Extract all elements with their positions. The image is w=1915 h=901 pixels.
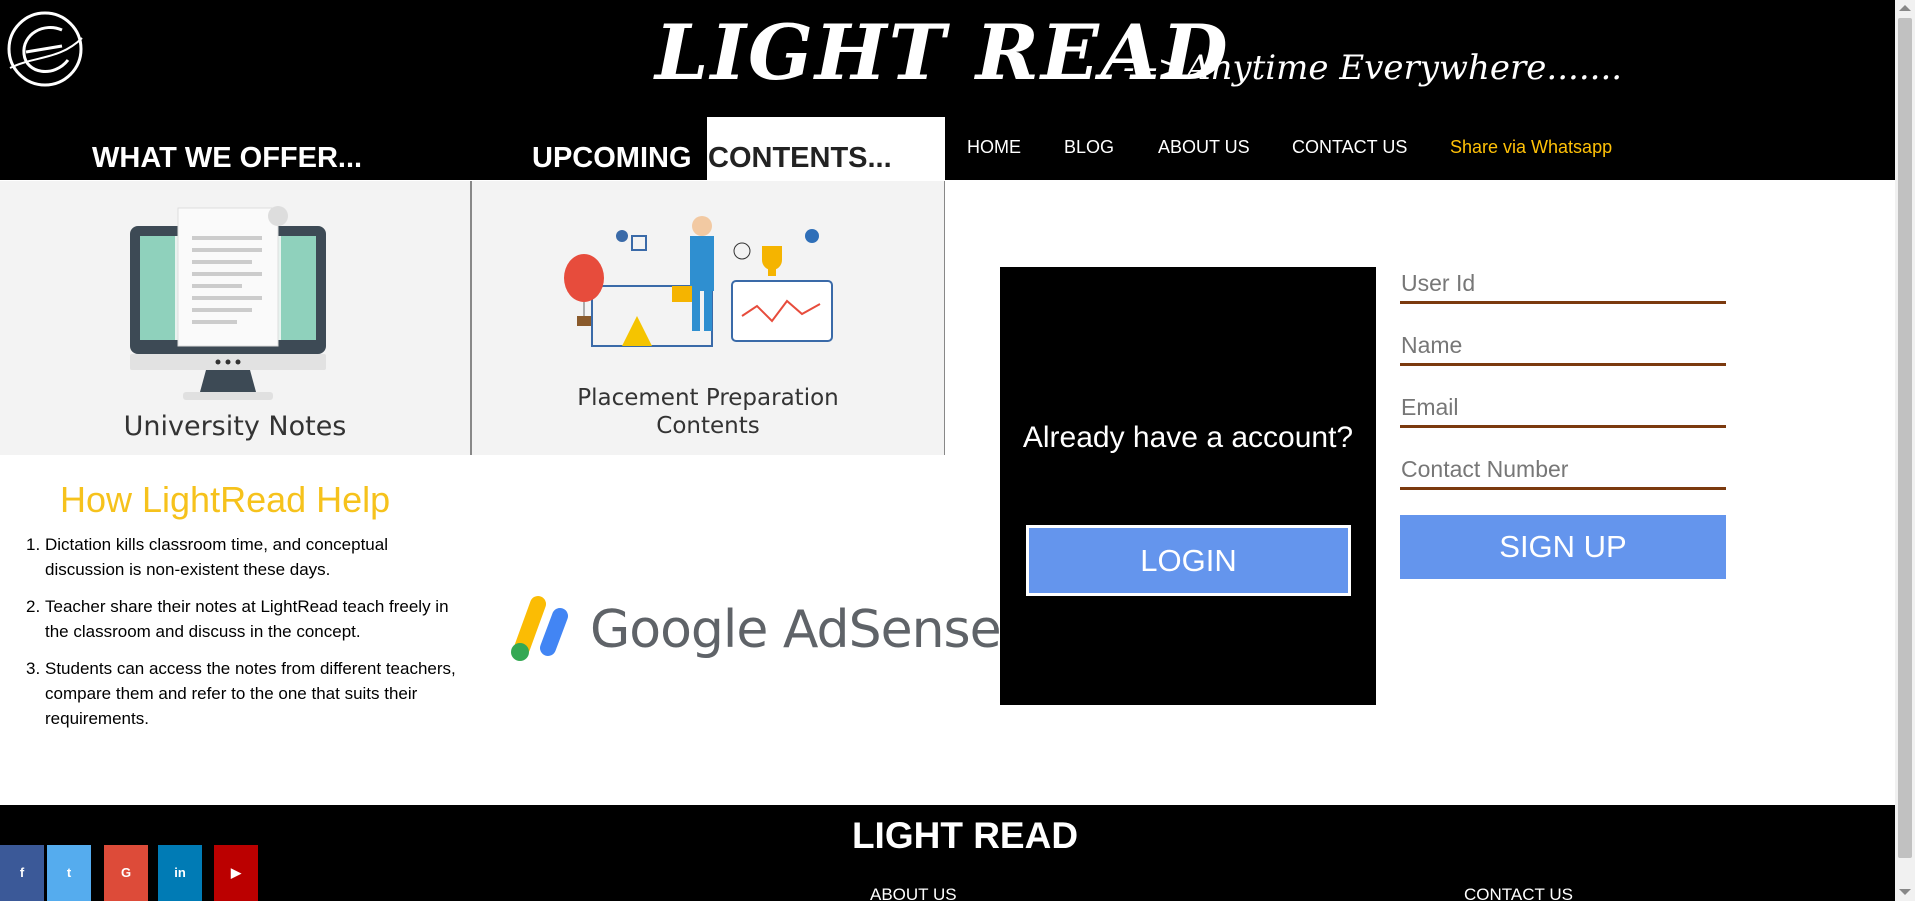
university-notes-label: University Notes: [123, 411, 347, 442]
tab-contents-label[interactable]: CONTENTS...: [708, 140, 892, 176]
tab-upcoming-label: UPCOMING: [532, 142, 692, 174]
nav-blog[interactable]: BLOG: [1064, 136, 1114, 158]
list-number: 1.: [26, 535, 41, 554]
help-item-text: Teacher share their notes at LightRead t…: [45, 597, 449, 641]
scroll-up-icon[interactable]: [1899, 5, 1911, 11]
tab-upcoming-contents[interactable]: UPCOMING: [532, 140, 692, 176]
facebook-icon[interactable]: f: [0, 845, 44, 901]
list-number: 2.: [26, 597, 41, 616]
tagline: --->Anytime Everywhere.......: [1123, 48, 1623, 88]
tab-what-we-offer[interactable]: WHAT WE OFFER...: [92, 140, 362, 176]
login-button[interactable]: LOGIN: [1026, 525, 1351, 596]
help-list-item: 2. Teacher share their notes at LightRead…: [22, 594, 472, 644]
placement-preparation-card[interactable]: Placement Preparation Contents: [471, 181, 945, 455]
help-list-item: 3. Students can access the notes from dif…: [22, 656, 472, 731]
header: LIGHT READ --->Anytime Everywhere.......…: [0, 0, 1895, 180]
adsense-banner[interactable]: Google AdSense: [508, 584, 1002, 674]
help-list-item: 1. Dictation kills classroom time, and co…: [22, 532, 472, 582]
placement-label-line1: Placement Preparation: [577, 385, 839, 411]
nav-contact-us[interactable]: CONTACT US: [1292, 136, 1407, 158]
login-question: Already have a account?: [1022, 421, 1354, 454]
twitter-icon[interactable]: t: [47, 845, 91, 901]
help-title: How LightRead Help: [60, 479, 391, 520]
footer-title: LIGHT READ: [851, 815, 1079, 856]
help-item-text: Students can access the notes from diffe…: [45, 659, 456, 728]
name-field[interactable]: Name: [1400, 326, 1726, 366]
nav-share-whatsapp[interactable]: Share via Whatsapp: [1450, 136, 1612, 158]
vertical-scrollbar[interactable]: [1895, 0, 1915, 901]
sign-up-button[interactable]: SIGN UP: [1400, 515, 1726, 579]
adsense-text: Google AdSense: [590, 600, 1002, 660]
footer: LIGHT READ ABOUT US CONTACT US: [0, 805, 1895, 901]
list-number: 3.: [26, 659, 41, 678]
scroll-down-icon[interactable]: [1899, 889, 1911, 895]
linkedin-icon[interactable]: in: [158, 845, 202, 901]
placement-preparation-label: Placement Preparation Contents: [472, 384, 944, 440]
email-field[interactable]: Email: [1400, 388, 1726, 428]
user-id-field[interactable]: User Id: [1400, 264, 1726, 304]
university-notes-card[interactable]: University Notes: [0, 181, 471, 455]
nav-about-us[interactable]: ABOUT US: [1158, 136, 1250, 158]
logo-icon[interactable]: [4, 8, 86, 90]
contact-number-field[interactable]: Contact Number: [1400, 450, 1726, 490]
scroll-thumb[interactable]: [1898, 18, 1912, 858]
page: LIGHT READ --->Anytime Everywhere.......…: [0, 0, 1915, 901]
help-item-text: Dictation kills classroom time, and conc…: [45, 535, 388, 579]
login-panel: Already have a account? LOGIN: [1000, 267, 1376, 705]
placement-label-line2: Contents: [656, 413, 760, 439]
footer-about-us-link[interactable]: ABOUT US: [870, 885, 957, 901]
nav-home[interactable]: HOME: [967, 136, 1021, 158]
placement-illustration-icon: [564, 216, 833, 347]
google-plus-icon[interactable]: G: [104, 845, 148, 901]
monitor-notes-icon: [130, 206, 326, 400]
help-list: 1. Dictation kills classroom time, and co…: [22, 532, 472, 743]
footer-contact-us-link[interactable]: CONTACT US: [1464, 885, 1573, 901]
youtube-icon[interactable]: ▶: [214, 845, 258, 901]
